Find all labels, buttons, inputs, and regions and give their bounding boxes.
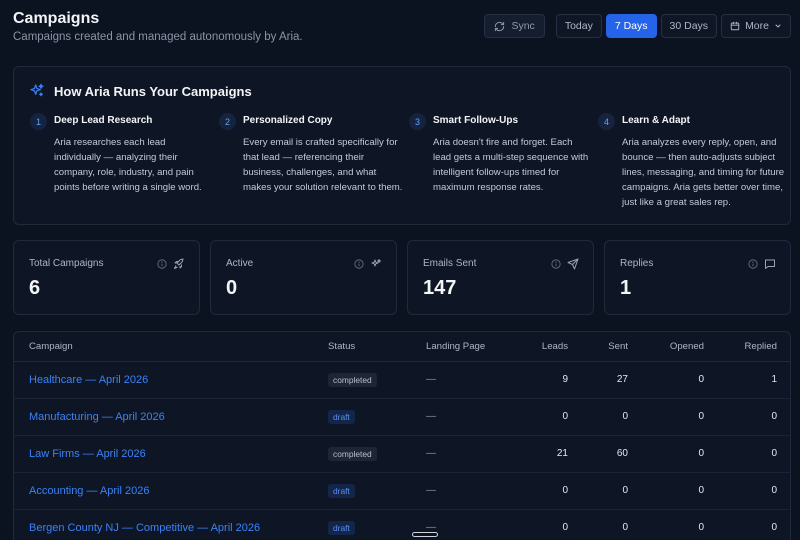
step-title: Deep Lead Research: [54, 115, 153, 126]
sent-value: 0: [568, 398, 628, 436]
info-icon[interactable]: [748, 259, 758, 269]
chat-icon: [764, 258, 776, 270]
leads-value: 0: [514, 398, 568, 436]
sent-value: 27: [568, 361, 628, 399]
send-icon: [567, 258, 579, 270]
step-number: 4: [598, 113, 615, 130]
step-body: Aria analyzes every reply, open, and bou…: [622, 137, 785, 208]
leads-value: 21: [514, 435, 568, 473]
table-row[interactable]: Manufacturing — April 2026 draft — 0 0 0…: [14, 398, 790, 436]
column-header-status[interactable]: Status: [328, 332, 426, 362]
opened-value: 0: [628, 509, 704, 540]
step-body: Aria doesn't fire and forget. Each lead …: [433, 137, 589, 193]
page-subtitle: Campaigns created and managed autonomous…: [13, 31, 303, 43]
horizontal-scrollbar-handle[interactable]: [412, 532, 438, 537]
info-icon[interactable]: [354, 259, 364, 269]
step-number: 1: [30, 113, 47, 130]
status-badge: completed: [328, 446, 377, 461]
step-title: Smart Follow-Ups: [433, 115, 519, 126]
stat-label: Emails Sent: [423, 258, 477, 269]
campaign-link[interactable]: Healthcare — April 2026: [29, 374, 148, 386]
table-row[interactable]: Law Firms — April 2026 completed — 21 60…: [14, 435, 790, 473]
stat-card-active: Active 0: [210, 240, 397, 315]
column-header-opened[interactable]: Opened: [628, 332, 704, 362]
status-badge: draft: [328, 520, 355, 535]
table-header-row: Campaign Status Landing Page Leads Sent …: [14, 332, 790, 362]
table-row[interactable]: Healthcare — April 2026 completed — 9 27…: [14, 361, 790, 399]
stat-value: 1: [620, 277, 632, 299]
campaigns-table: Campaign Status Landing Page Leads Sent …: [13, 331, 791, 540]
replied-value: 1: [704, 361, 790, 399]
stat-label: Active: [226, 258, 254, 269]
info-icon[interactable]: [551, 259, 561, 269]
refresh-icon: [495, 21, 505, 31]
sync-button[interactable]: Sync: [484, 14, 545, 38]
page-header: Campaigns Campaigns created and managed …: [13, 0, 791, 66]
replied-value: 0: [704, 398, 790, 436]
step-title: Learn & Adapt: [622, 115, 690, 126]
stat-value: 147: [423, 277, 457, 299]
step-body: Every email is crafted specifically for …: [243, 137, 403, 193]
sparkle-icon: [370, 258, 382, 270]
status-badge: completed: [328, 372, 377, 387]
table-row[interactable]: Bergen County NJ — Competitive — April 2…: [14, 509, 790, 540]
stat-value: 0: [226, 277, 238, 299]
opened-value: 0: [628, 435, 704, 473]
landing-page-value: —: [426, 485, 436, 496]
landing-page-value: —: [426, 374, 436, 385]
sparkles-icon: [29, 83, 45, 104]
range-today-button[interactable]: Today: [555, 14, 602, 38]
range-7-days-button[interactable]: 7 Days: [605, 14, 657, 38]
status-badge: draft: [328, 409, 355, 424]
campaigns-page: Campaigns Campaigns created and managed …: [0, 0, 800, 540]
more-dropdown-button[interactable]: More: [721, 14, 791, 38]
page-title: Campaigns: [13, 10, 100, 27]
chevron-down-icon: [775, 24, 781, 28]
campaign-link[interactable]: Manufacturing — April 2026: [29, 411, 165, 423]
more-label: More: [745, 20, 769, 32]
how-aria-title: How Aria Runs Your Campaigns: [54, 84, 252, 99]
opened-value: 0: [628, 398, 704, 436]
rocket-icon: [173, 258, 185, 270]
landing-page-value: —: [426, 448, 436, 459]
column-header-sent[interactable]: Sent: [568, 332, 628, 362]
opened-value: 0: [628, 472, 704, 510]
column-header-landing-page[interactable]: Landing Page: [426, 332, 514, 362]
sent-value: 0: [568, 509, 628, 540]
column-header-leads[interactable]: Leads: [514, 332, 568, 362]
status-badge: draft: [328, 483, 355, 498]
leads-value: 0: [514, 509, 568, 540]
how-aria-panel: How Aria Runs Your Campaigns 1 Deep Lead…: [13, 66, 791, 225]
stat-card-replies: Replies 1: [604, 240, 791, 315]
column-header-campaign[interactable]: Campaign: [14, 332, 328, 362]
stat-label: Total Campaigns: [29, 258, 104, 269]
replied-value: 0: [704, 472, 790, 510]
opened-value: 0: [628, 361, 704, 399]
leads-value: 9: [514, 361, 568, 399]
landing-page-value: —: [426, 411, 436, 422]
sent-value: 0: [568, 472, 628, 510]
column-header-replied[interactable]: Replied: [704, 332, 790, 362]
sent-value: 60: [568, 435, 628, 473]
table-row[interactable]: Accounting — April 2026 draft — 0 0 0 0: [14, 472, 790, 510]
step-number: 3: [409, 113, 426, 130]
step-title: Personalized Copy: [243, 115, 333, 126]
stat-label: Replies: [620, 258, 654, 269]
stat-value: 6: [29, 277, 41, 299]
sync-label: Sync: [511, 20, 535, 32]
replied-value: 0: [704, 435, 790, 473]
replied-value: 0: [704, 509, 790, 540]
stat-card-emails-sent: Emails Sent 147: [407, 240, 594, 315]
step-number: 2: [219, 113, 236, 130]
calendar-icon: [730, 21, 740, 31]
range-30-days-button[interactable]: 30 Days: [660, 14, 718, 38]
toolbar: Sync Today 7 Days 30 Days More: [484, 14, 791, 38]
campaign-link[interactable]: Accounting — April 2026: [29, 485, 149, 497]
leads-value: 0: [514, 472, 568, 510]
step-body: Aria researches each lead individually —…: [54, 137, 202, 193]
info-icon[interactable]: [157, 259, 167, 269]
stat-card-total-campaigns: Total Campaigns 6: [13, 240, 200, 315]
campaign-link[interactable]: Law Firms — April 2026: [29, 448, 146, 460]
campaign-link[interactable]: Bergen County NJ — Competitive — April 2…: [29, 522, 260, 534]
